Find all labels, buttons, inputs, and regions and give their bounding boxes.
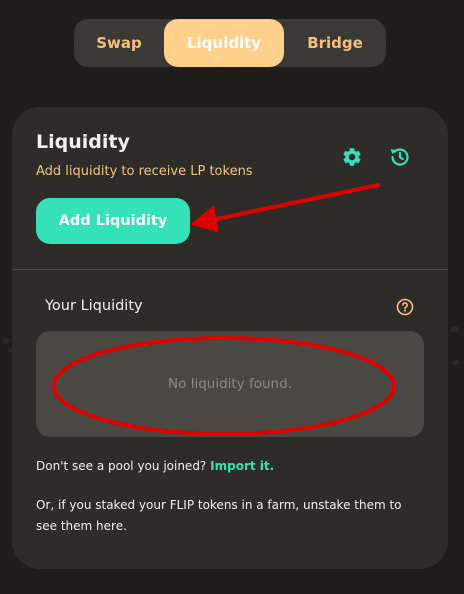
tab-swap[interactable]: Swap [74,19,164,67]
gear-icon [343,148,361,166]
divider [12,269,448,270]
liquidity-card: Liquidity Add liquidity to receive LP to… [12,107,448,569]
your-liquidity-heading: Your Liquidity [45,298,143,314]
tab-switcher: Swap Liquidity Bridge [74,19,386,67]
tab-liquidity[interactable]: Liquidity [164,19,284,67]
staked-note: Or, if you staked your FLIP tokens in a … [36,498,402,533]
background-speckle [450,326,459,332]
import-link[interactable]: Import it. [210,459,274,473]
empty-liquidity-box: No liquidity found. [36,331,424,437]
pool-hint: Don't see a pool you joined? Import it. [36,459,274,473]
background-speckle [2,338,10,344]
settings-button[interactable] [341,146,363,168]
card-subtitle: Add liquidity to receive LP tokens [36,164,253,179]
tab-bridge[interactable]: Bridge [284,19,386,67]
empty-message: No liquidity found. [168,376,292,392]
pool-prompt-text: Don't see a pool you joined? [36,459,207,473]
question-circle-icon [396,298,414,316]
history-button[interactable] [388,145,412,169]
history-icon [390,148,409,166]
add-liquidity-button[interactable]: Add Liquidity [36,198,190,244]
background-speckle [452,360,459,365]
help-button[interactable] [396,298,414,316]
card-title: Liquidity [36,131,130,153]
